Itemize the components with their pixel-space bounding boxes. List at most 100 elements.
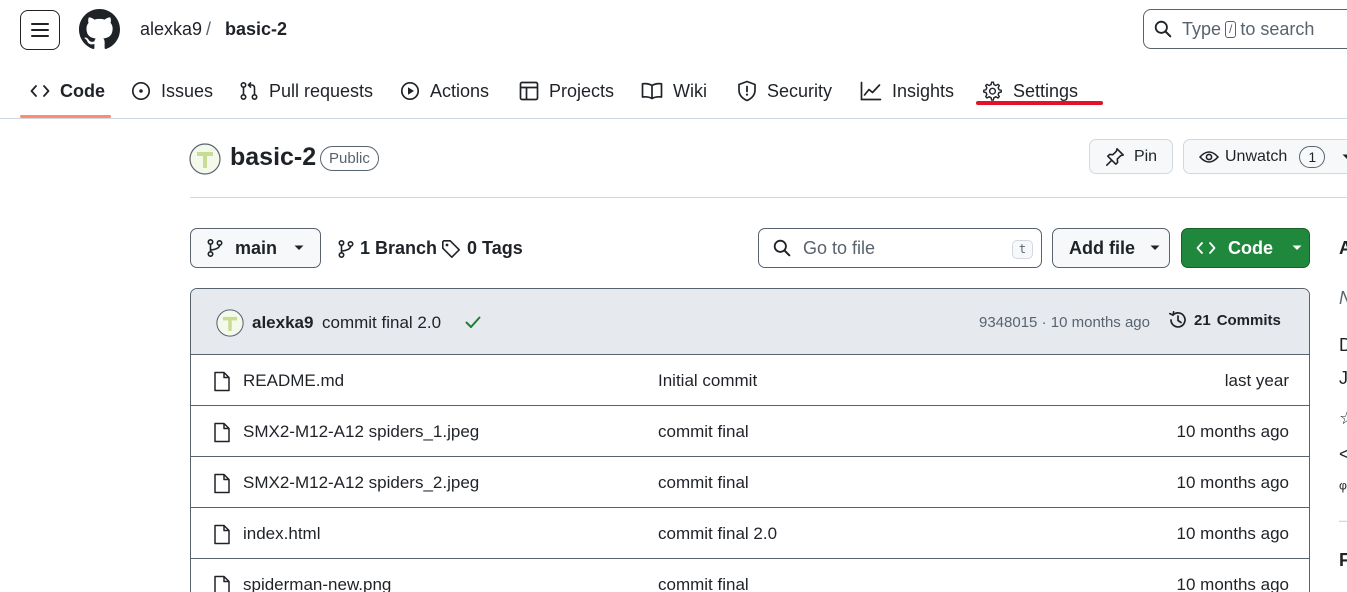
file-icon <box>214 473 230 494</box>
commit-age: 10 months ago <box>1050 314 1150 331</box>
tab-security[interactable]: Security <box>737 76 832 106</box>
search-icon <box>1154 20 1172 38</box>
file-icon <box>214 422 230 443</box>
tag-icon <box>442 239 460 258</box>
tab-code-label: Code <box>60 80 105 101</box>
pin-label: Pin <box>1133 147 1158 165</box>
history-icon <box>1169 311 1186 328</box>
commit-hash-link[interactable]: 9348015 <box>979 314 1037 331</box>
file-icon <box>214 575 230 592</box>
file-name-link[interactable]: SMX2-M12-A12 spiders_2.jpeg <box>243 473 479 493</box>
file-name-link[interactable]: README.md <box>243 371 344 391</box>
search-placeholder-suffix: to search <box>1240 18 1315 39</box>
search-placeholder-prefix: Type <box>1182 18 1222 39</box>
pin-button[interactable]: Pin <box>1089 139 1173 174</box>
repo-title[interactable]: basic-2 <box>230 143 316 172</box>
repo-header-divider <box>190 197 1347 198</box>
sidebar-item-fragment[interactable]: ☆ <box>1339 408 1347 429</box>
tab-projects[interactable]: Projects <box>519 76 614 106</box>
global-header: alexka9 / basic-2 Type / to search <box>0 0 1347 64</box>
sidebar-item-fragment[interactable]: ᵠ <box>1339 478 1347 499</box>
chevron-down-icon <box>294 245 304 250</box>
owner-avatar[interactable] <box>189 143 221 175</box>
breadcrumb-owner-link[interactable]: alexka9 <box>140 19 202 40</box>
file-row-spiderman-png[interactable]: spiderman-new.png commit final 10 months… <box>191 559 1309 592</box>
file-name-link[interactable]: SMX2-M12-A12 spiders_1.jpeg <box>243 422 479 442</box>
sidebar-item-fragment[interactable]: < <box>1339 444 1347 465</box>
tab-wiki[interactable]: Wiki <box>641 76 707 106</box>
go-to-file-placeholder: Go to file <box>803 237 876 258</box>
file-commit-time: 10 months ago <box>1176 422 1289 441</box>
file-commit-message-link[interactable]: commit final <box>658 473 749 493</box>
tab-insights[interactable]: Insights <box>860 76 954 106</box>
latest-commit-bar: alexka9 commit final 2.0 9348015 · 10 mo… <box>191 289 1309 355</box>
commit-meta-dot: · <box>1041 314 1047 331</box>
global-search-input[interactable]: Type / to search <box>1143 9 1347 49</box>
tab-pull-requests-label: Pull requests <box>269 80 374 101</box>
tab-issues[interactable]: Issues <box>131 76 213 106</box>
current-branch-label: main <box>235 237 278 258</box>
git-pull-request-icon <box>240 81 258 101</box>
code-dropdown-button[interactable]: Code <box>1181 228 1310 268</box>
sidebar-divider-fragment: – <box>1339 510 1347 531</box>
table-icon <box>519 81 539 101</box>
file-name-link[interactable]: spiderman-new.png <box>243 575 391 592</box>
tab-settings-label: Settings <box>1013 80 1079 101</box>
graph-icon <box>860 81 882 101</box>
file-row-index-html[interactable]: index.html commit final 2.0 10 months ag… <box>191 508 1309 559</box>
book-icon <box>641 82 663 100</box>
commits-label: Commits <box>1216 311 1281 329</box>
git-branch-icon <box>207 238 223 258</box>
active-tab-indicator <box>20 115 111 118</box>
sidebar-item-fragment[interactable]: J <box>1339 368 1347 389</box>
file-commit-message-link[interactable]: Initial commit <box>658 371 757 391</box>
sidebar-item-fragment[interactable]: D <box>1339 335 1347 356</box>
file-row-readme[interactable]: README.md Initial commit last year <box>191 355 1309 406</box>
tags-link[interactable]: 0 Tags <box>441 238 523 259</box>
file-commit-message-link[interactable]: commit final <box>658 422 749 442</box>
file-commit-time: 10 months ago <box>1176 575 1289 592</box>
repo-nav: Code Issues Pull requests Actions Projec… <box>0 64 1347 119</box>
file-commit-time: 10 months ago <box>1176 473 1289 492</box>
tab-actions[interactable]: Actions <box>400 76 489 106</box>
shield-icon <box>738 80 756 102</box>
tab-security-label: Security <box>767 80 833 101</box>
file-row-spiders-1[interactable]: SMX2-M12-A12 spiders_1.jpeg commit final… <box>191 406 1309 457</box>
file-commit-time: 10 months ago <box>1176 524 1289 543</box>
tab-code[interactable]: Code <box>30 76 105 106</box>
tab-projects-label: Projects <box>549 80 615 101</box>
gear-icon <box>983 80 1002 101</box>
add-file-button[interactable]: Add file <box>1052 228 1170 268</box>
github-logo-icon[interactable] <box>79 9 120 50</box>
commit-message-link[interactable]: commit final 2.0 <box>322 313 441 333</box>
tab-wiki-label: Wiki <box>673 80 707 101</box>
commit-author-link[interactable]: alexka9 <box>252 313 313 333</box>
unwatch-button[interactable]: Unwatch 1 <box>1183 139 1347 174</box>
visibility-badge: Public <box>320 146 379 171</box>
tags-label: Tags <box>482 238 523 258</box>
play-icon <box>400 81 420 101</box>
file-name-link[interactable]: index.html <box>243 524 320 544</box>
file-commit-message-link[interactable]: commit final <box>658 575 749 592</box>
file-commit-message-link[interactable]: commit final 2.0 <box>658 524 777 544</box>
eye-icon <box>1199 150 1219 163</box>
branches-link[interactable]: 1 Branch <box>338 238 437 259</box>
file-row-spiders-2[interactable]: SMX2-M12-A12 spiders_2.jpeg commit final… <box>191 457 1309 508</box>
commit-author-avatar[interactable] <box>216 309 244 337</box>
branch-select-button[interactable]: main <box>190 228 321 268</box>
commits-history-link[interactable]: 21 Commits <box>1168 310 1281 330</box>
pin-icon <box>1105 147 1124 166</box>
code-icon <box>1196 242 1216 254</box>
tab-insights-label: Insights <box>892 80 955 101</box>
breadcrumb-separator: / <box>206 19 212 39</box>
check-icon[interactable] <box>464 313 482 331</box>
breadcrumb-repo-link[interactable]: basic-2 <box>225 19 287 40</box>
sidebar-heading-fragment: F <box>1339 550 1347 570</box>
sidebar-heading-fragment: A <box>1339 238 1347 258</box>
hamburger-menu-button[interactable] <box>20 10 60 50</box>
code-icon <box>30 85 50 97</box>
chevron-down-icon <box>1342 154 1347 159</box>
go-to-file-input[interactable]: Go to file t <box>758 228 1042 268</box>
tab-pull-requests[interactable]: Pull requests <box>239 76 373 106</box>
search-icon <box>773 239 791 257</box>
